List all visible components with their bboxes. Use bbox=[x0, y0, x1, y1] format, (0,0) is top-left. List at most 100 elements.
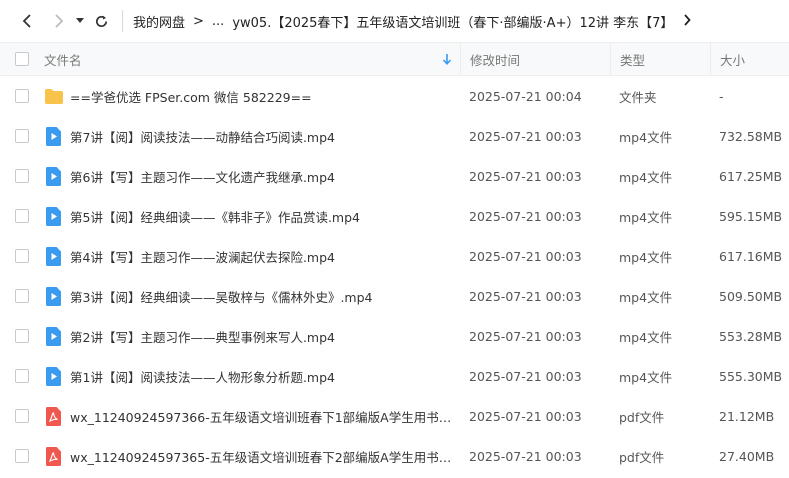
row-checkbox[interactable] bbox=[15, 369, 29, 383]
file-type: mp4文件 bbox=[619, 329, 673, 345]
file-modified-time: 2025-07-21 00:03 bbox=[469, 208, 582, 224]
row-checkbox[interactable] bbox=[15, 209, 29, 223]
video-file-icon bbox=[44, 246, 64, 266]
breadcrumb-root[interactable]: 我的网盘 bbox=[133, 12, 185, 31]
file-modified-time: 2025-07-21 00:04 bbox=[469, 88, 582, 104]
file-row[interactable]: 第3讲【阅】经典细读——吴敬梓与《儒林外史》.mp4 2025-07-21 00:… bbox=[0, 276, 789, 316]
video-file-icon bbox=[44, 206, 64, 226]
file-name[interactable]: 第4讲【写】主题习作——波澜起伏去探险.mp4 bbox=[70, 247, 335, 266]
file-row[interactable]: wx_11240924597365-五年级语文培训班春下2部编版A学生用书爱豆.… bbox=[0, 436, 789, 476]
forward-button[interactable] bbox=[46, 8, 72, 34]
file-type: mp4文件 bbox=[619, 169, 673, 185]
file-name[interactable]: 第6讲【写】主题习作——文化遗产我继承.mp4 bbox=[70, 167, 335, 186]
refresh-icon bbox=[95, 15, 107, 27]
file-name[interactable]: wx_11240924597366-五年级语文培训班春下1部编版A学生用书爱豆.… bbox=[70, 407, 452, 426]
column-header-name[interactable]: 文件名 bbox=[44, 50, 460, 69]
file-type: mp4文件 bbox=[619, 209, 673, 225]
column-header-size[interactable]: 大小 bbox=[710, 43, 789, 75]
select-all-checkbox[interactable] bbox=[15, 52, 29, 66]
video-file-icon bbox=[44, 126, 64, 146]
file-modified-time: 2025-07-21 00:03 bbox=[469, 128, 582, 144]
file-name-cell[interactable]: 第1讲【阅】阅读技法——人物形象分析题.mp4 bbox=[44, 366, 460, 386]
row-check-cell bbox=[0, 129, 44, 143]
row-checkbox[interactable] bbox=[15, 129, 29, 143]
file-name-cell[interactable]: wx_11240924597366-五年级语文培训班春下1部编版A学生用书爱豆.… bbox=[44, 406, 460, 426]
breadcrumb-more[interactable]: ... bbox=[212, 14, 224, 29]
column-header-type[interactable]: 类型 bbox=[610, 43, 710, 75]
file-name-cell[interactable]: 第4讲【写】主题习作——波澜起伏去探险.mp4 bbox=[44, 246, 460, 266]
file-name[interactable]: 第7讲【阅】阅读技法——动静结合巧阅读.mp4 bbox=[70, 127, 335, 146]
file-size: 553.28MB bbox=[719, 328, 783, 344]
file-row[interactable]: 第7讲【阅】阅读技法——动静结合巧阅读.mp4 2025-07-21 00:03 m… bbox=[0, 116, 789, 156]
file-size: 732.58MB bbox=[719, 128, 783, 144]
select-all-cell bbox=[0, 52, 44, 66]
file-size: 555.30MB bbox=[719, 368, 783, 384]
file-name-cell[interactable]: 第3讲【阅】经典细读——吴敬梓与《儒林外史》.mp4 bbox=[44, 286, 460, 306]
breadcrumb-current[interactable]: yw05.【2025春下】五年级语文培训班（春下·部编版·A+）12讲 李东【7… bbox=[232, 12, 673, 31]
file-name-cell[interactable]: 第2讲【写】主题习作——典型事例来写人.mp4 bbox=[44, 326, 460, 346]
file-name-cell[interactable]: 第6讲【写】主题习作——文化遗产我继承.mp4 bbox=[44, 166, 460, 186]
chevron-right-icon bbox=[55, 14, 64, 28]
file-row[interactable]: ==学爸优选 FPSer.com 微信 582229== 2025-07-21 0… bbox=[0, 76, 789, 116]
row-checkbox[interactable] bbox=[15, 89, 29, 103]
file-name-cell[interactable]: wx_11240924597365-五年级语文培训班春下2部编版A学生用书爱豆.… bbox=[44, 446, 460, 466]
file-name-cell[interactable]: 第7讲【阅】阅读技法——动静结合巧阅读.mp4 bbox=[44, 126, 460, 146]
file-row[interactable]: 第4讲【写】主题习作——波澜起伏去探险.mp4 2025-07-21 00:03 m… bbox=[0, 236, 789, 276]
row-check-cell bbox=[0, 369, 44, 383]
column-header-time-label: 修改时间 bbox=[470, 52, 521, 68]
video-file-icon bbox=[44, 166, 64, 186]
file-modified-time: 2025-07-21 00:03 bbox=[469, 288, 582, 304]
file-row[interactable]: 第5讲【阅】经典细读——《韩非子》作品赏读.mp4 2025-07-21 00:0… bbox=[0, 196, 789, 236]
file-modified-time: 2025-07-21 00:03 bbox=[469, 328, 582, 344]
file-type: mp4文件 bbox=[619, 289, 673, 305]
file-name[interactable]: 第2讲【写】主题习作——典型事例来写人.mp4 bbox=[70, 327, 335, 346]
file-row[interactable]: wx_11240924597366-五年级语文培训班春下1部编版A学生用书爱豆.… bbox=[0, 396, 789, 436]
file-row[interactable]: 第1讲【阅】阅读技法——人物形象分析题.mp4 2025-07-21 00:03 m… bbox=[0, 356, 789, 396]
sort-arrow-down-icon bbox=[442, 54, 452, 65]
file-name-cell[interactable]: 第5讲【阅】经典细读——《韩非子》作品赏读.mp4 bbox=[44, 206, 460, 226]
folder-icon bbox=[44, 86, 64, 106]
file-type: pdf文件 bbox=[619, 449, 665, 465]
file-name[interactable]: 第1讲【阅】阅读技法——人物形象分析题.mp4 bbox=[70, 367, 335, 386]
file-modified-time: 2025-07-21 00:03 bbox=[469, 448, 582, 464]
chevron-left-icon bbox=[22, 14, 31, 28]
toolbar: 我的网盘 > ... yw05.【2025春下】五年级语文培训班（春下·部编版·… bbox=[0, 0, 789, 42]
column-header-time[interactable]: 修改时间 bbox=[460, 43, 610, 75]
row-check-cell bbox=[0, 449, 44, 463]
file-size: 21.12MB bbox=[719, 408, 775, 424]
row-check-cell bbox=[0, 209, 44, 223]
breadcrumb-separator: > bbox=[193, 13, 204, 29]
back-button[interactable] bbox=[14, 8, 40, 34]
file-size: 595.15MB bbox=[719, 208, 783, 224]
toolbar-divider bbox=[122, 10, 123, 32]
row-check-cell bbox=[0, 249, 44, 263]
file-modified-time: 2025-07-21 00:03 bbox=[469, 408, 582, 424]
row-checkbox[interactable] bbox=[15, 409, 29, 423]
row-check-cell bbox=[0, 289, 44, 303]
history-dropdown-button[interactable] bbox=[72, 8, 88, 34]
file-list-header: 文件名 修改时间 类型 大小 bbox=[0, 42, 789, 76]
file-row[interactable]: 第2讲【写】主题习作——典型事例来写人.mp4 2025-07-21 00:03 m… bbox=[0, 316, 789, 356]
file-name[interactable]: ==学爸优选 FPSer.com 微信 582229== bbox=[70, 87, 312, 106]
file-name[interactable]: wx_11240924597365-五年级语文培训班春下2部编版A学生用书爱豆.… bbox=[70, 447, 452, 466]
refresh-button[interactable] bbox=[88, 8, 114, 34]
row-checkbox[interactable] bbox=[15, 449, 29, 463]
file-size: 617.25MB bbox=[719, 168, 783, 184]
row-check-cell bbox=[0, 329, 44, 343]
file-row[interactable]: 第6讲【写】主题习作——文化遗产我继承.mp4 2025-07-21 00:03 m… bbox=[0, 156, 789, 196]
file-type: pdf文件 bbox=[619, 409, 665, 425]
breadcrumb-next-button[interactable] bbox=[683, 13, 692, 29]
row-checkbox[interactable] bbox=[15, 329, 29, 343]
file-modified-time: 2025-07-21 00:03 bbox=[469, 248, 582, 264]
file-type: mp4文件 bbox=[619, 369, 673, 385]
file-modified-time: 2025-07-21 00:03 bbox=[469, 368, 582, 384]
row-check-cell bbox=[0, 169, 44, 183]
row-checkbox[interactable] bbox=[15, 249, 29, 263]
pdf-file-icon bbox=[44, 406, 64, 426]
file-name[interactable]: 第3讲【阅】经典细读——吴敬梓与《儒林外史》.mp4 bbox=[70, 287, 373, 306]
column-header-size-label: 大小 bbox=[720, 52, 746, 68]
row-checkbox[interactable] bbox=[15, 169, 29, 183]
row-checkbox[interactable] bbox=[15, 289, 29, 303]
file-name[interactable]: 第5讲【阅】经典细读——《韩非子》作品赏读.mp4 bbox=[70, 207, 360, 226]
file-name-cell[interactable]: ==学爸优选 FPSer.com 微信 582229== bbox=[44, 86, 460, 106]
